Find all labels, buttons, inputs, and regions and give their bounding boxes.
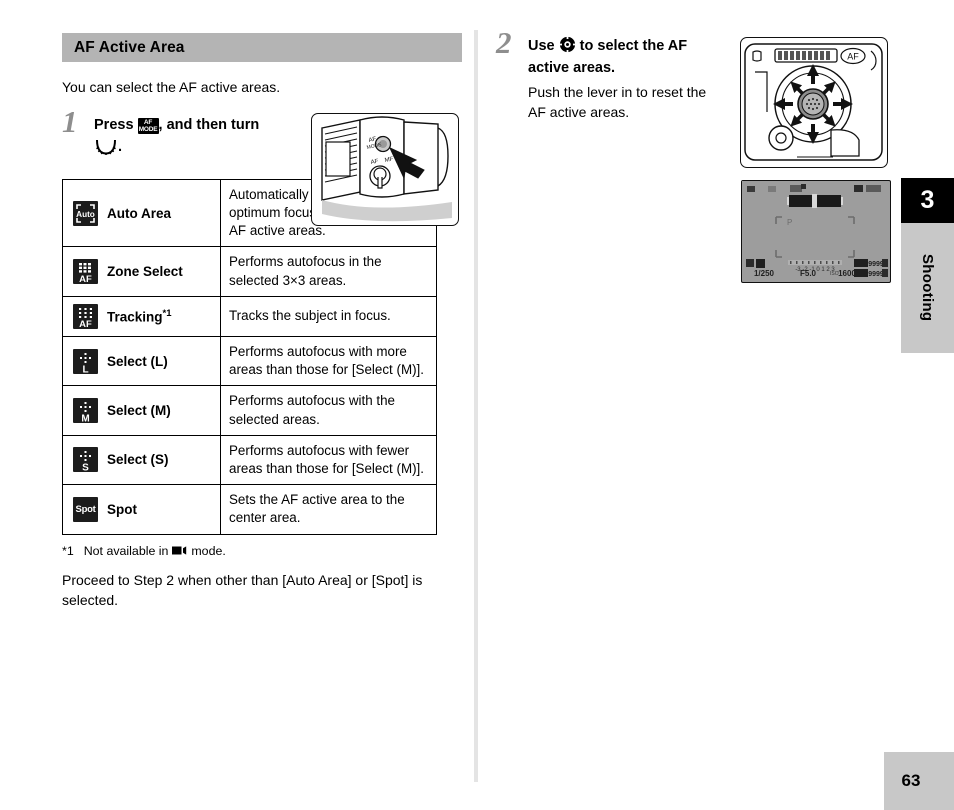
mode-label: Select (M) — [107, 403, 171, 419]
step-2-title: Use to select the AF active areas. — [528, 36, 726, 80]
table-cell-mode: L Select (L) — [62, 335, 221, 387]
af-mode-button-icon-line1: AF — [143, 118, 153, 126]
svg-text:AF: AF — [847, 52, 859, 62]
footnote-text: Not available in mode. — [84, 544, 226, 558]
footnote-text-before: Not available in — [83, 543, 169, 558]
select-s-icon: S — [73, 447, 98, 473]
step-2-body: Use to select the AF active areas. Push … — [496, 36, 726, 123]
table-cell-description: Performs autofocus with fewer areas than… — [220, 434, 437, 486]
right-column: 2 Use to select the AF active areas. Pus… — [496, 27, 726, 123]
table-cell-description: Performs autofocus with the selected are… — [220, 385, 437, 436]
camera-rear-four-way-controller-illustration: AF — [740, 37, 888, 168]
table-cell-mode: AF Tracking*1 — [62, 295, 221, 337]
mode-label: Zone Select — [107, 264, 183, 280]
table-cell-mode: S Select (S) — [62, 434, 221, 486]
svg-text:L: L — [82, 364, 88, 374]
table-cell-mode: Auto Auto Area — [62, 178, 221, 248]
step-1-text-after: . — [118, 139, 123, 156]
table-cell-description: Performs autofocus with more areas than … — [220, 335, 437, 387]
svg-text:ISO: ISO — [830, 271, 839, 277]
table-row: M Select (M) Performs autofocus with the… — [62, 385, 437, 436]
chapter-side-tab: 3 Shooting — [901, 178, 954, 353]
af-mode-button-icon: AF MODE — [137, 117, 159, 134]
column-divider — [474, 30, 478, 782]
table-row: Spot Spot Sets the AF active area to the… — [62, 484, 437, 535]
table-cell-mode: M Select (M) — [62, 385, 221, 436]
svg-text:1600: 1600 — [838, 269, 856, 278]
zone-select-af-icon: AF — [73, 259, 98, 285]
rear-e-dial-icon — [94, 138, 118, 156]
chapter-number: 3 — [901, 178, 954, 223]
mode-label: Spot — [107, 501, 137, 517]
spot-icon-label: Spot — [75, 503, 96, 515]
tracking-af-icon: AF — [73, 303, 98, 329]
table-row: AF Zone Select Performs autofocus in the… — [62, 246, 437, 297]
page-title: AF Active Area — [74, 38, 185, 56]
step-1-text-mid: , and then turn — [158, 117, 260, 134]
footnote-text-after: mode. — [191, 543, 226, 558]
table-cell-mode: Spot Spot — [62, 484, 221, 535]
step-2: 2 Use to select the AF active areas. Pus… — [496, 27, 726, 123]
camera-lcd-af-area-display-illustration: -3 -2 -1 0 1 2 3 1/250 F5.0 1600 9999 99… — [741, 180, 891, 283]
manual-page: AF Active Area You can select the AF act… — [0, 0, 954, 810]
step-1-number: 1 — [62, 104, 78, 140]
svg-text:1/250: 1/250 — [754, 269, 775, 278]
mode-label: Tracking*1 — [107, 308, 172, 325]
svg-text:AF: AF — [79, 319, 92, 329]
table-row: L Select (L) Performs autofocus with mor… — [62, 335, 437, 387]
svg-text:P: P — [787, 218, 792, 227]
table-cell-description: Performs autofocus in the selected 3×3 a… — [220, 246, 437, 297]
select-m-icon: M — [73, 398, 98, 424]
page-number-block: 63 — [884, 752, 954, 810]
select-l-icon: L — [73, 348, 98, 374]
step-2-text-before: Use — [528, 38, 555, 54]
footnote-mark: *1 — [62, 543, 74, 558]
mode-label: Auto Area — [107, 205, 172, 221]
svg-text:9999: 9999 — [868, 261, 884, 268]
step-1-text-before: Press — [94, 117, 134, 134]
svg-text:9999: 9999 — [868, 271, 884, 278]
mode-label: Select (S) — [107, 452, 169, 468]
table-cell-description: Tracks the subject in focus. — [220, 295, 437, 337]
spot-icon: Spot — [73, 496, 98, 522]
svg-text:AF: AF — [79, 274, 92, 284]
page-number: 63 — [901, 771, 921, 790]
svg-text:S: S — [82, 463, 89, 473]
table-cell-mode: AF Zone Select — [62, 246, 221, 297]
table-cell-description: Sets the AF active area to the center ar… — [220, 484, 437, 535]
af-active-area-table: Auto Auto Area Automatically selects the… — [62, 178, 437, 535]
step-2-number: 2 — [496, 25, 512, 60]
table-row: AF Tracking*1 Tracks the subject in focu… — [62, 295, 437, 337]
af-mode-button-icon-line2: MODE — [138, 126, 158, 134]
footnote: *1 Not available in mode. — [62, 544, 462, 558]
section-header: AF Active Area — [62, 33, 462, 62]
auto-area-icon: Auto — [73, 200, 98, 226]
closing-text: Proceed to Step 2 when other than [Auto … — [62, 571, 423, 608]
camera-top-af-mode-button-illustration: AF MODE AF MF — [311, 113, 459, 226]
mode-label: Select (L) — [107, 353, 168, 369]
movie-mode-icon — [171, 545, 188, 556]
intro-text: You can select the AF active areas. — [62, 79, 281, 95]
svg-text:Auto: Auto — [76, 210, 95, 219]
footnote-marker: *1 — [162, 308, 172, 320]
table-row: S Select (S) Performs autofocus with few… — [62, 434, 437, 486]
svg-text:M: M — [81, 414, 89, 424]
svg-text:F5.0: F5.0 — [800, 269, 817, 278]
four-way-controller-icon — [558, 36, 576, 53]
step-2-subtext: Push the lever in to reset the AF active… — [528, 83, 707, 121]
chapter-label: Shooting — [901, 223, 954, 353]
